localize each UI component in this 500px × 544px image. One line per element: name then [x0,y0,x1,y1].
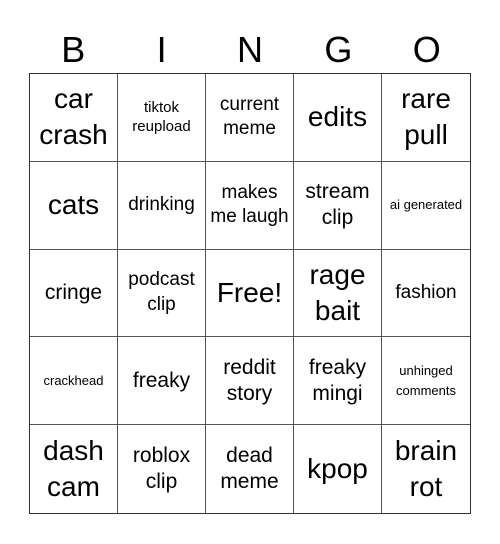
bingo-cell[interactable]: crackhead [30,337,118,426]
bingo-header: B I N G O [29,28,471,72]
bingo-cell[interactable]: dead meme [206,425,294,513]
bingo-cell[interactable]: unhinged comments [382,337,470,426]
bingo-cell[interactable]: freaky [118,337,206,426]
bingo-cell[interactable]: freaky mingi [294,337,382,426]
bingo-cell[interactable]: fashion [382,250,470,338]
header-letter-g: G [324,29,353,70]
header-letter-o: O [412,29,441,70]
bingo-cell[interactable]: ai generated [382,162,470,250]
bingo-cell[interactable]: roblox clip [118,425,206,513]
bingo-cell[interactable]: reddit story [206,337,294,426]
bingo-cell[interactable]: kpop [294,425,382,513]
bingo-cell[interactable]: brain rot [382,425,470,513]
free-space-cell[interactable]: Free! [206,249,294,338]
bingo-card: car crash tiktok reupload current meme e… [29,73,471,514]
header-letter-n: N [236,29,263,70]
bingo-cell[interactable]: drinking [118,161,206,250]
bingo-cell[interactable]: edits [294,74,382,162]
bingo-cell[interactable]: cats [30,161,118,250]
bingo-cell[interactable]: tiktok reupload [118,74,206,162]
bingo-cell[interactable]: rage bait [294,249,382,338]
bingo-cell[interactable]: stream clip [294,161,382,250]
header-letter-b: B [61,29,86,70]
bingo-cell[interactable]: rare pull [382,74,470,162]
bingo-cell[interactable]: makes me laugh [206,161,294,250]
header-letter-i: I [156,29,167,70]
bingo-cell[interactable]: dash cam [30,425,118,513]
bingo-cell[interactable]: cringe [30,249,118,338]
bingo-cell[interactable]: podcast clip [118,249,206,338]
bingo-cell[interactable]: current meme [206,74,294,162]
bingo-cell[interactable]: car crash [30,74,118,162]
